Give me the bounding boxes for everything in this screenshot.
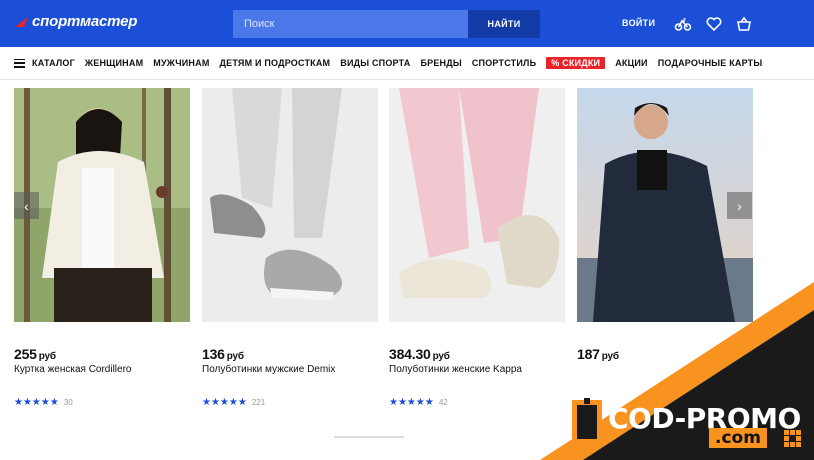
nav-item-sports[interactable]: ВИДЫ СПОРТА: [340, 58, 410, 68]
nav-item-men[interactable]: МУЖЧИНАМ: [153, 58, 209, 68]
arrow-left-icon[interactable]: ‹: [14, 192, 39, 219]
product-image[interactable]: [14, 88, 190, 322]
product-rating: ★★★★★ 30: [14, 397, 73, 408]
product-card[interactable]: [14, 88, 190, 322]
nav-item-promotions[interactable]: АКЦИИ: [615, 58, 648, 68]
bike-icon[interactable]: [674, 15, 692, 33]
product-price: 187 руб: [577, 346, 619, 362]
product-rating: ★★★★★ 221: [202, 397, 266, 408]
logo[interactable]: спортмастер: [14, 13, 137, 30]
promo-logo-domain: .com: [709, 428, 767, 448]
login-link[interactable]: ВОЙТИ: [622, 18, 655, 28]
arrow-right-icon[interactable]: ›: [727, 192, 752, 219]
nav-item-sportstyle[interactable]: СПОРТСТИЛЬ: [472, 58, 536, 68]
nav-item-catalog[interactable]: КАТАЛОГ: [32, 58, 75, 68]
product-name[interactable]: Полуботинки мужские Demix: [202, 364, 335, 375]
search-button[interactable]: НАЙТИ: [468, 10, 540, 38]
product-card[interactable]: [389, 88, 565, 322]
logo-arrow-icon: [15, 16, 28, 27]
promo-logo-text: COD-PROMO: [608, 402, 801, 435]
main-nav: КАТАЛОГ ЖЕНЩИНАМ МУЖЧИНАМ ДЕТЯМ И ПОДРОС…: [0, 47, 814, 80]
product-name[interactable]: Куртка женская Cordillero: [14, 364, 132, 375]
menu-icon[interactable]: [14, 58, 25, 68]
logo-text: спортмастер: [32, 13, 138, 30]
product-rating: ★★★★★ 42: [389, 397, 448, 408]
nav-item-kids[interactable]: ДЕТЯМ И ПОДРОСТКАМ: [220, 58, 331, 68]
product-price: 384.30 руб: [389, 346, 450, 362]
product-image[interactable]: [202, 88, 378, 322]
nav-item-brands[interactable]: БРЕНДЫ: [420, 58, 461, 68]
header-bar: спортмастер НАЙТИ ВОЙТИ: [0, 0, 814, 47]
heart-icon[interactable]: [705, 15, 723, 33]
product-price: 136 руб: [202, 346, 244, 362]
product-image[interactable]: [389, 88, 565, 322]
nav-item-sale[interactable]: % СКИДКИ: [546, 57, 606, 69]
product-name[interactable]: Полуботинки женские Kappa: [389, 364, 522, 375]
nav-item-women[interactable]: ЖЕНЩИНАМ: [85, 58, 143, 68]
nav-item-gift-cards[interactable]: ПОДАРОЧНЫЕ КАРТЫ: [658, 58, 763, 68]
product-price: 255 руб: [14, 346, 56, 362]
carousel-scrollbar[interactable]: [334, 436, 404, 438]
product-card[interactable]: [202, 88, 378, 322]
search-input[interactable]: [233, 10, 468, 38]
cart-icon[interactable]: [735, 15, 753, 33]
